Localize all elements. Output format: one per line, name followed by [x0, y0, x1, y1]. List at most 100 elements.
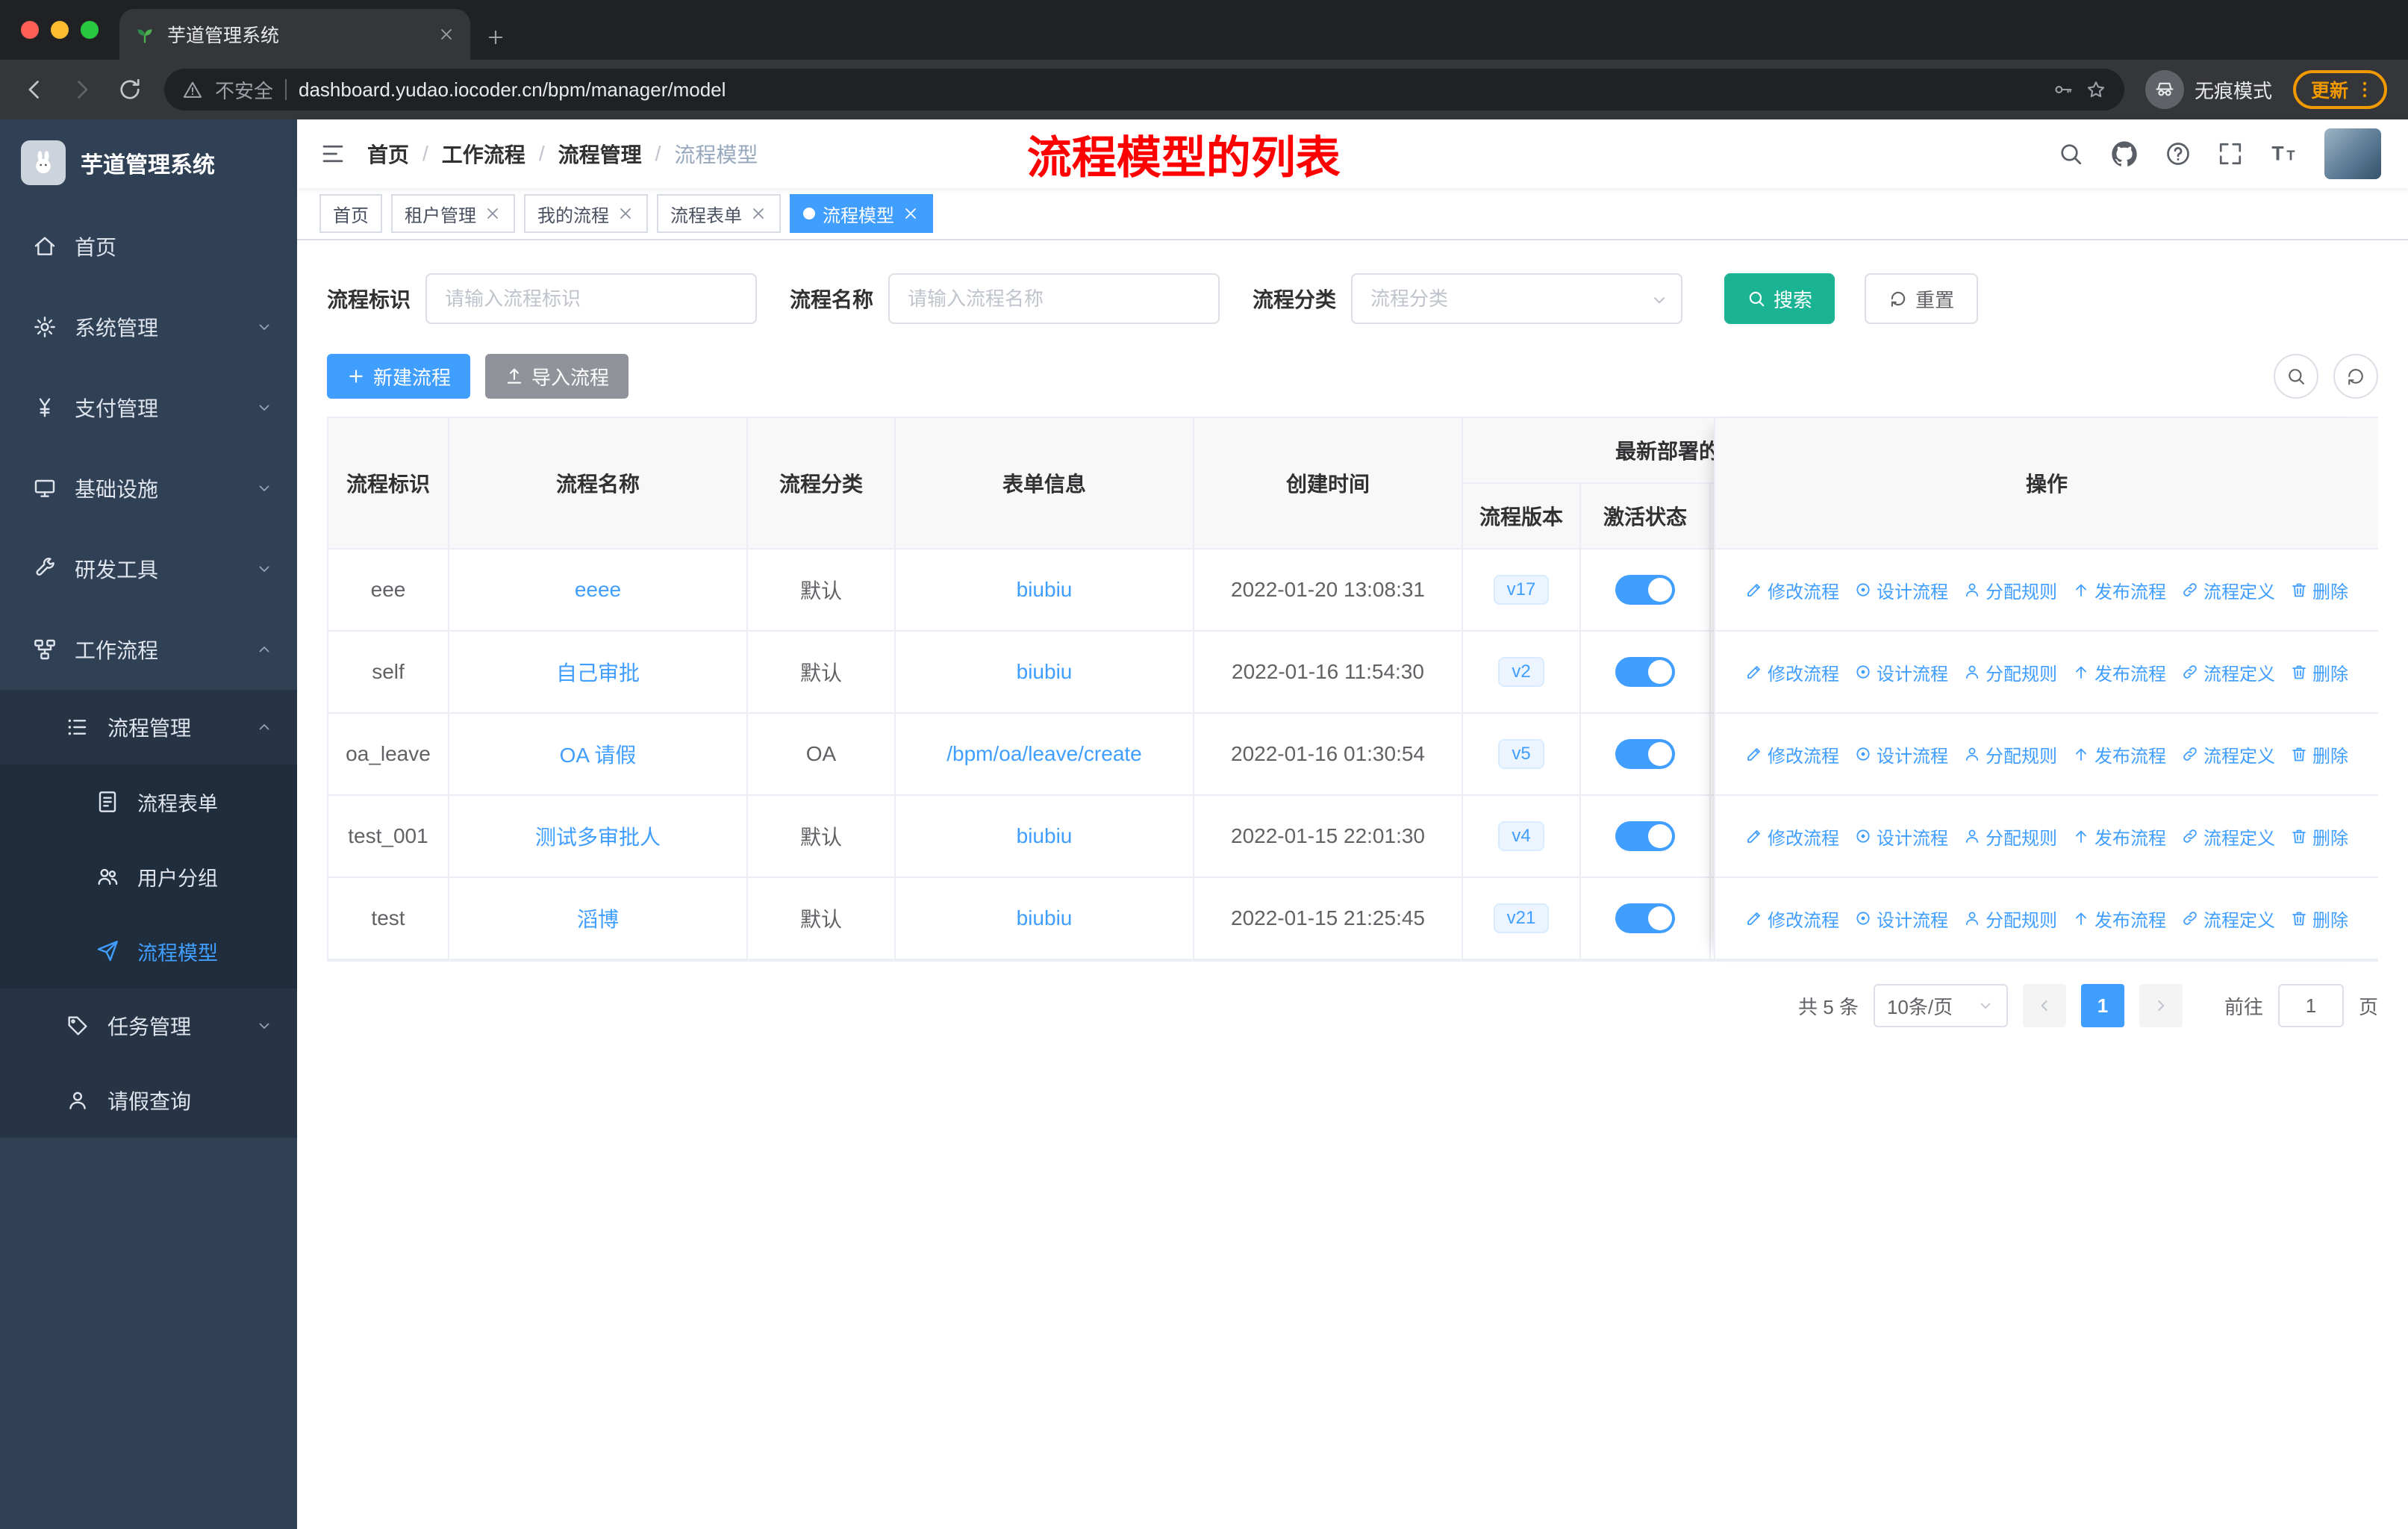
- action-delete[interactable]: 删除: [2290, 577, 2348, 603]
- tab-close-icon[interactable]: [437, 25, 455, 43]
- address-bar[interactable]: 不安全 dashboard.yudao.iocoder.cn/bpm/manag…: [164, 69, 2124, 110]
- password-key-icon[interactable]: [2053, 79, 2074, 100]
- breadcrumb-process-mgmt[interactable]: 流程管理: [558, 139, 642, 169]
- sidebar-item-process-mgmt[interactable]: 流程管理: [0, 690, 297, 764]
- action-design-process[interactable]: 设计流程: [1854, 906, 1948, 932]
- goto-page-input[interactable]: [2277, 984, 2344, 1027]
- action-publish-process[interactable]: 发布流程: [2072, 659, 2166, 685]
- form-link[interactable]: biubiu: [1017, 824, 1073, 848]
- process-key-input[interactable]: [425, 273, 758, 324]
- action-edit-process[interactable]: 修改流程: [1745, 577, 1839, 603]
- zoom-window-button[interactable]: [81, 21, 99, 39]
- back-button[interactable]: [21, 76, 48, 103]
- import-process-button[interactable]: 导入流程: [485, 354, 629, 399]
- sidebar-item-workflow[interactable]: 工作流程: [0, 609, 297, 690]
- action-assign-rule[interactable]: 分配规则: [1963, 741, 2057, 767]
- action-edit-process[interactable]: 修改流程: [1745, 823, 1839, 850]
- version-badge[interactable]: v4: [1498, 821, 1544, 851]
- form-link[interactable]: biubiu: [1017, 906, 1073, 930]
- action-publish-process[interactable]: 发布流程: [2072, 577, 2166, 603]
- action-process-definition[interactable]: 流程定义: [2181, 741, 2275, 767]
- sidebar-item-leave-query[interactable]: 请假查询: [0, 1063, 297, 1138]
- tag-home[interactable]: 首页: [319, 194, 382, 233]
- close-icon[interactable]: [617, 205, 634, 222]
- sidebar-item-system[interactable]: 系统管理: [0, 287, 297, 367]
- sidebar-item-payment[interactable]: 支付管理: [0, 367, 297, 448]
- refresh-table-button[interactable]: [2333, 354, 2378, 399]
- action-delete[interactable]: 删除: [2290, 659, 2348, 685]
- action-assign-rule[interactable]: 分配规则: [1963, 906, 2057, 932]
- bookmark-star-icon[interactable]: [2086, 79, 2106, 100]
- sidebar-item-task-mgmt[interactable]: 任务管理: [0, 988, 297, 1063]
- sidebar-item-process-model[interactable]: 流程模型: [0, 914, 297, 988]
- action-publish-process[interactable]: 发布流程: [2072, 741, 2166, 767]
- tag-tenant[interactable]: 租户管理: [391, 194, 515, 233]
- close-window-button[interactable]: [21, 21, 39, 39]
- font-size-icon[interactable]: [2269, 139, 2299, 169]
- sidebar-item-process-form[interactable]: 流程表单: [0, 764, 297, 839]
- search-button[interactable]: 搜索: [1724, 273, 1835, 324]
- next-page-button[interactable]: [2139, 984, 2183, 1027]
- tag-my-process[interactable]: 我的流程: [524, 194, 648, 233]
- create-process-button[interactable]: 新建流程: [327, 354, 471, 399]
- action-process-definition[interactable]: 流程定义: [2181, 906, 2275, 932]
- tag-process-model[interactable]: 流程模型: [790, 194, 933, 233]
- minimize-window-button[interactable]: [51, 21, 69, 39]
- process-name-link[interactable]: 滔博: [577, 903, 619, 933]
- sidebar-item-infrastructure[interactable]: 基础设施: [0, 448, 297, 529]
- action-design-process[interactable]: 设计流程: [1854, 741, 1948, 767]
- action-design-process[interactable]: 设计流程: [1854, 659, 1948, 685]
- browser-tab[interactable]: 芋道管理系统: [119, 9, 470, 60]
- action-process-definition[interactable]: 流程定义: [2181, 577, 2275, 603]
- page-size-select[interactable]: 10条/页: [1873, 984, 2008, 1027]
- prev-page-button[interactable]: [2022, 984, 2066, 1027]
- action-edit-process[interactable]: 修改流程: [1745, 659, 1839, 685]
- version-badge[interactable]: v17: [1493, 575, 1550, 605]
- active-toggle[interactable]: [1615, 575, 1675, 605]
- user-avatar[interactable]: [2324, 128, 2381, 179]
- action-publish-process[interactable]: 发布流程: [2072, 906, 2166, 932]
- action-assign-rule[interactable]: 分配规则: [1963, 823, 2057, 850]
- active-toggle[interactable]: [1615, 739, 1675, 769]
- sidebar-fold-icon[interactable]: [319, 140, 346, 167]
- form-link[interactable]: biubiu: [1017, 660, 1073, 684]
- process-name-link[interactable]: eeee: [575, 578, 621, 602]
- close-icon[interactable]: [484, 205, 502, 222]
- process-name-link[interactable]: 自己审批: [556, 657, 640, 687]
- search-icon[interactable]: [2057, 140, 2084, 167]
- sidebar-item-home[interactable]: 首页: [0, 206, 297, 287]
- action-design-process[interactable]: 设计流程: [1854, 577, 1948, 603]
- process-name-link[interactable]: OA 请假: [560, 739, 637, 769]
- close-icon[interactable]: [902, 205, 920, 222]
- active-toggle[interactable]: [1615, 821, 1675, 851]
- tag-process-form[interactable]: 流程表单: [657, 194, 781, 233]
- reset-button[interactable]: 重置: [1865, 273, 1979, 324]
- action-design-process[interactable]: 设计流程: [1854, 823, 1948, 850]
- browser-update-button[interactable]: 更新: [2292, 70, 2387, 109]
- forward-button[interactable]: [69, 76, 96, 103]
- close-icon[interactable]: [749, 205, 767, 222]
- browser-menu-dots-icon[interactable]: [2354, 79, 2375, 100]
- current-page-button[interactable]: 1: [2080, 984, 2124, 1027]
- action-assign-rule[interactable]: 分配规则: [1963, 577, 2057, 603]
- action-delete[interactable]: 删除: [2290, 741, 2348, 767]
- action-edit-process[interactable]: 修改流程: [1745, 906, 1839, 932]
- process-name-input[interactable]: [888, 273, 1220, 324]
- breadcrumb-workflow[interactable]: 工作流程: [442, 139, 525, 169]
- active-toggle[interactable]: [1615, 903, 1675, 933]
- form-link[interactable]: biubiu: [1017, 578, 1073, 602]
- action-publish-process[interactable]: 发布流程: [2072, 823, 2166, 850]
- breadcrumb-home[interactable]: 首页: [367, 139, 409, 169]
- sidebar-item-user-group[interactable]: 用户分组: [0, 839, 297, 914]
- version-badge[interactable]: v5: [1498, 739, 1544, 769]
- process-category-select[interactable]: [1351, 273, 1683, 324]
- sidebar-item-devtools[interactable]: 研发工具: [0, 529, 297, 609]
- version-badge[interactable]: v21: [1493, 903, 1550, 933]
- reload-button[interactable]: [116, 76, 143, 103]
- new-tab-button[interactable]: [485, 27, 506, 48]
- action-delete[interactable]: 删除: [2290, 823, 2348, 850]
- action-delete[interactable]: 删除: [2290, 906, 2348, 932]
- active-toggle[interactable]: [1615, 657, 1675, 687]
- action-process-definition[interactable]: 流程定义: [2181, 659, 2275, 685]
- github-icon[interactable]: [2109, 139, 2139, 169]
